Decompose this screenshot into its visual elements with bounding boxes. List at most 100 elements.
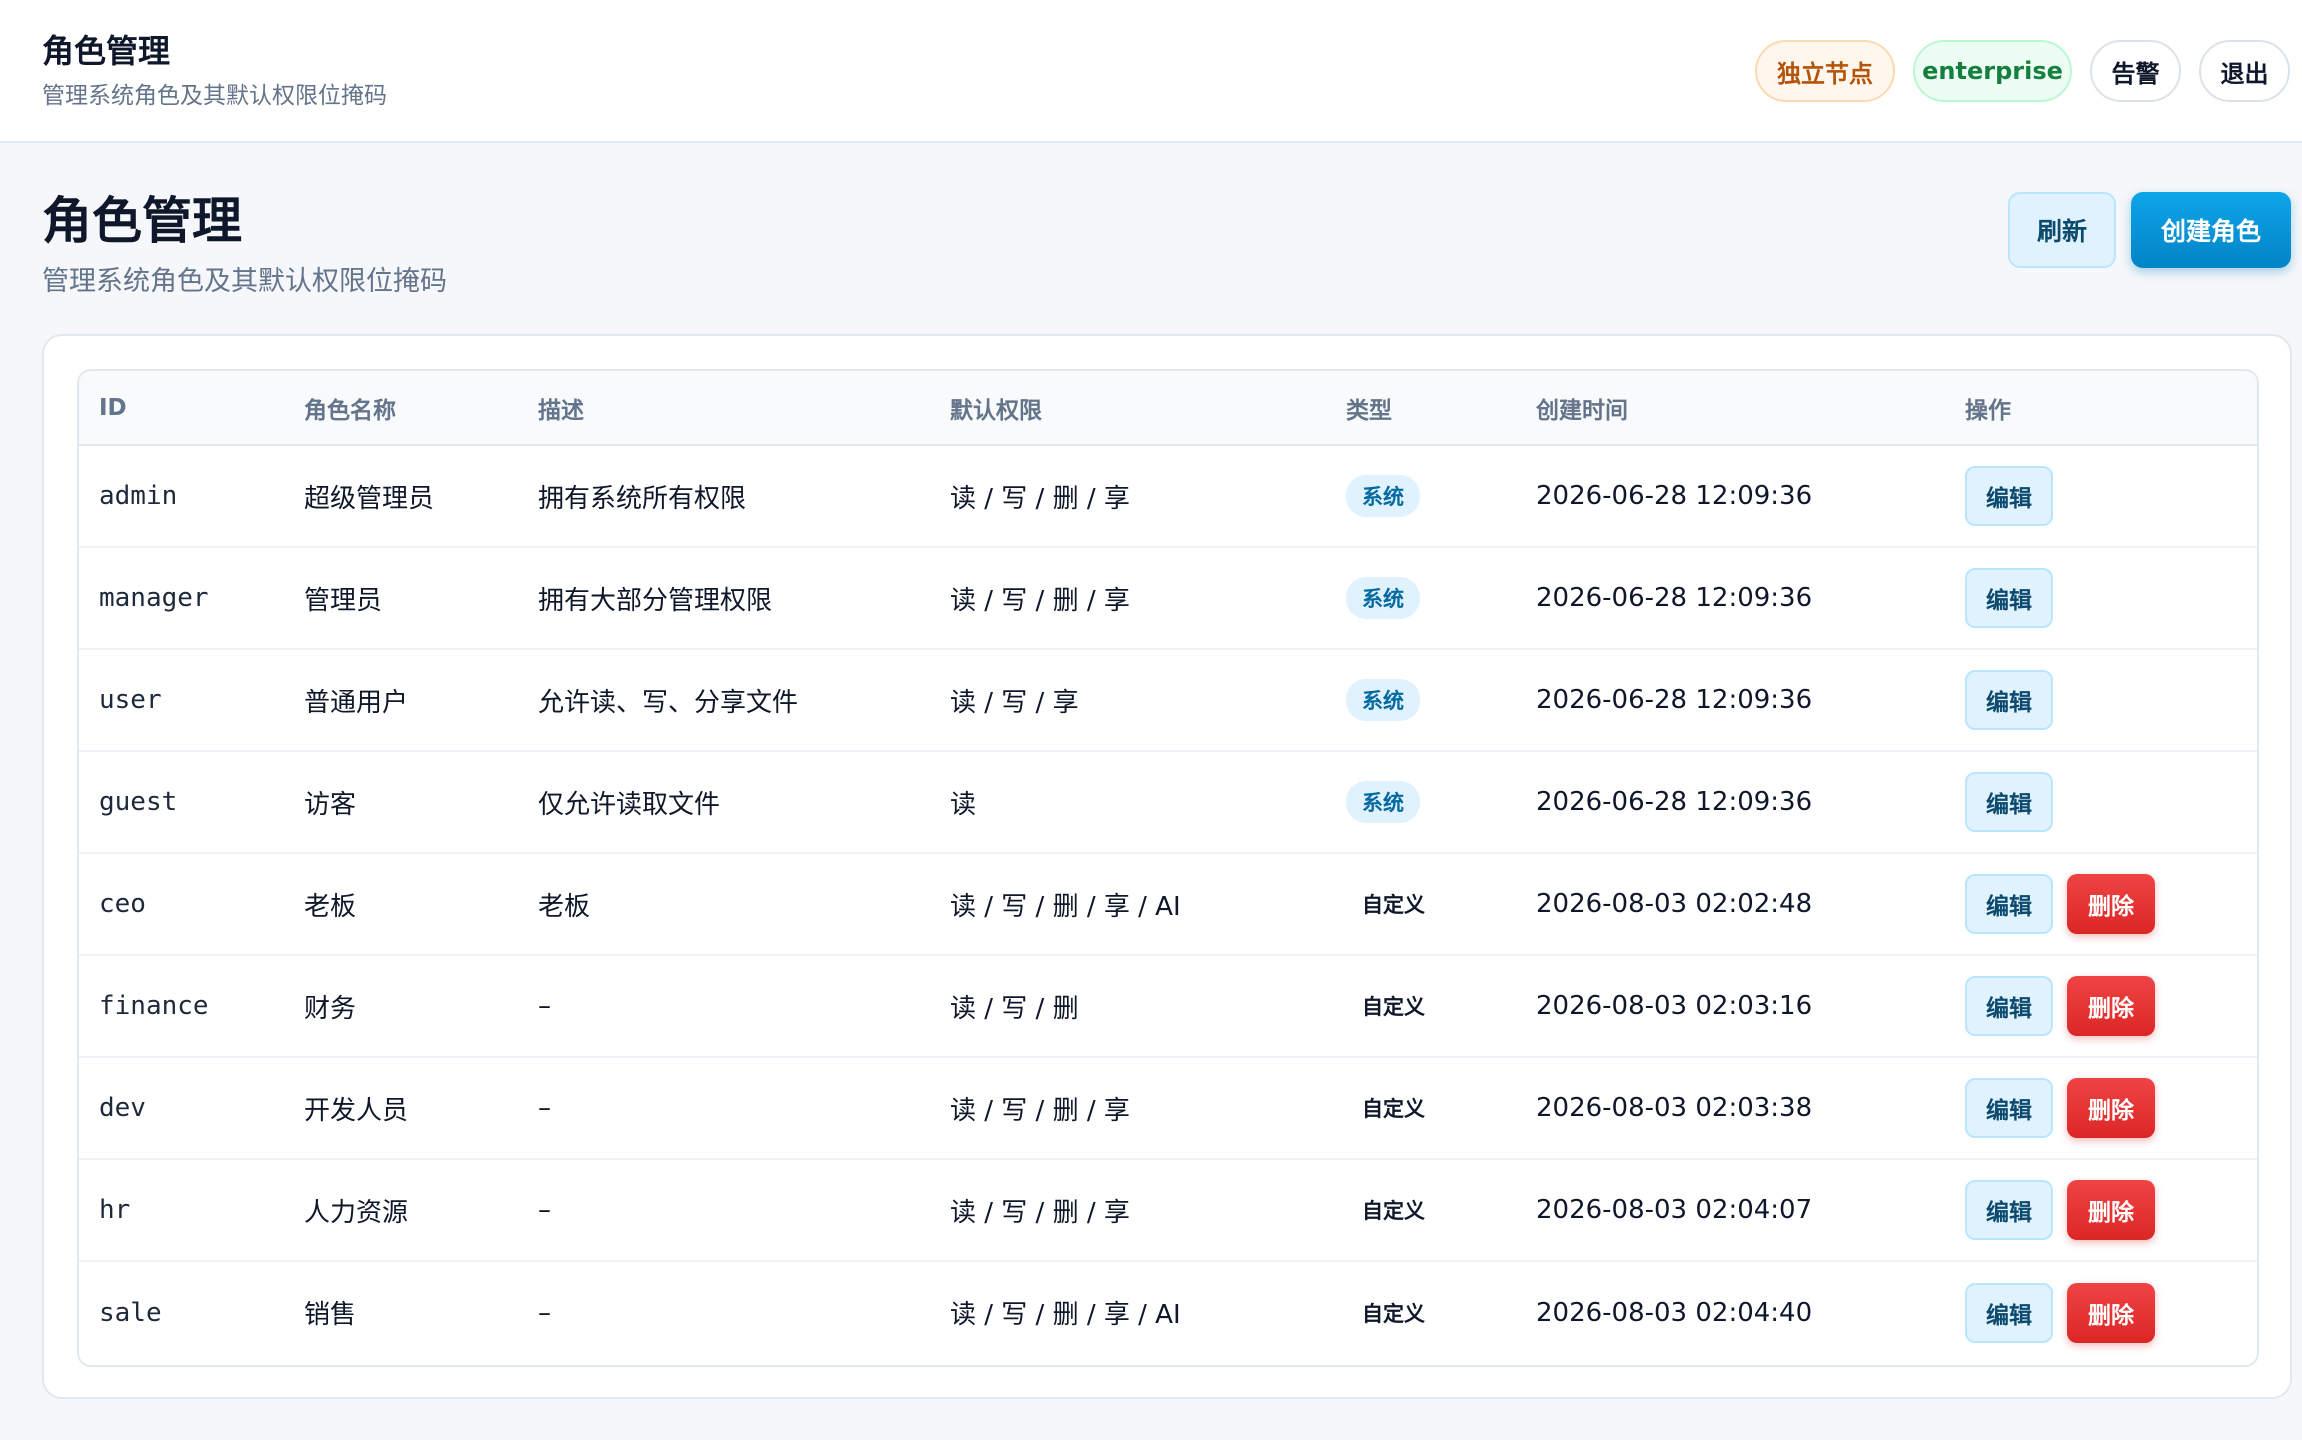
table-row: guest 访客 仅允许读取文件读系统 2026-06-28 12:09:36 编辑 — [79, 750, 2257, 853]
role-type-cell: 自定义 — [1326, 1056, 1516, 1159]
action-group: 编辑 删除 — [1965, 1078, 2257, 1138]
table-row: finance 财务 – 读 / 写 / 删 自定义 2026-08-03 02:03:1… — [79, 954, 2257, 1057]
action-group: 编辑 — [1965, 772, 2257, 832]
edit-button[interactable]: 编辑 — [1965, 466, 2053, 526]
alerts-button[interactable]: 告警 — [2090, 40, 2181, 102]
edit-button[interactable]: 编辑 — [1965, 1180, 2053, 1240]
edit-button[interactable]: 编辑 — [1965, 772, 2053, 832]
delete-button[interactable]: 删除 — [2067, 976, 2155, 1036]
role-permissions: 读 / 写 / 删 / 享 — [930, 1158, 1326, 1261]
role-created-time: 2026-08-03 02:03:16 — [1516, 954, 1945, 1057]
col-name-header: 角色名称 — [284, 371, 518, 446]
role-name: 老板 — [284, 852, 518, 955]
role-description: 拥有系统所有权限 — [538, 483, 747, 514]
role-name: 访客 — [284, 750, 518, 853]
role-type-cell: 自定义 — [1326, 1260, 1516, 1363]
table-row: ceo 老板 老板读 / 写 / 删 / 享 / AI 自定义 2026-08-03 0… — [79, 852, 2257, 955]
edit-button[interactable]: 编辑 — [1965, 1078, 2053, 1138]
role-type-badge: 自定义 — [1362, 893, 1425, 917]
table-row: user 普通用户 允许读、写、分享文件读 / 写 / 享系统 2026-06-28 … — [79, 648, 2257, 751]
role-actions: 编辑 — [1945, 750, 2257, 853]
role-created-time: 2026-06-28 12:09:36 — [1516, 648, 1945, 751]
roles-card: ID 角色名称 描述 默认权限 类型 创建时间 操作 admin 超级管理员 拥有系统所有权限读… — [42, 334, 2292, 1399]
role-actions: 编辑 删除 — [1945, 1158, 2257, 1261]
role-name: 销售 — [284, 1260, 518, 1363]
role-type-cell: 自定义 — [1326, 1158, 1516, 1261]
table-row: manager 管理员 拥有大部分管理权限读 / 写 / 删 / 享系统 2026-0… — [79, 546, 2257, 649]
refresh-button[interactable]: 刷新 — [2008, 192, 2116, 268]
role-name: 管理员 — [284, 546, 518, 649]
role-name: 财务 — [284, 954, 518, 1057]
role-description: 老板 — [518, 852, 930, 955]
col-desc-header: 描述 — [518, 371, 930, 446]
roles-table: ID 角色名称 描述 默认权限 类型 创建时间 操作 admin 超级管理员 拥有系统所有权限读… — [79, 371, 2257, 1363]
app-title: 角色管理 — [42, 32, 171, 70]
role-description: 拥有大部分管理权限 — [518, 546, 930, 649]
edition-badge: enterprise — [1913, 40, 2072, 102]
role-permissions: 读 / 写 / 删 — [930, 954, 1326, 1057]
role-description: 允许读、写、分享文件 — [518, 648, 930, 751]
role-permissions: 读 / 写 / 删 / 享 — [930, 546, 1326, 649]
role-permissions: 读 / 写 / 删 / 享 / AI — [930, 1260, 1326, 1363]
delete-button[interactable]: 删除 — [2067, 874, 2155, 934]
role-permissions: 读 / 写 / 享 — [930, 648, 1326, 751]
col-created-header: 创建时间 — [1516, 371, 1945, 446]
role-name: 开发人员 — [284, 1056, 518, 1159]
role-permissions: 读 / 写 / 删 / 享 — [950, 483, 1130, 514]
table-row: sale 销售 – 读 / 写 / 删 / 享 / AI 自定义 2026-08-03 0… — [79, 1260, 2257, 1363]
table-row: dev 开发人员 – 读 / 写 / 删 / 享 自定义 2026-08-03 02:03… — [79, 1056, 2257, 1159]
role-type-cell: 系统 — [1326, 648, 1516, 751]
edit-button[interactable]: 编辑 — [1965, 874, 2053, 934]
delete-button[interactable]: 删除 — [2067, 1180, 2155, 1240]
edit-button[interactable]: 编辑 — [1965, 670, 2053, 730]
role-permissions: 读 / 写 / 删 / 享 — [930, 1056, 1326, 1159]
logout-button[interactable]: 退出 — [2199, 40, 2290, 102]
role-type-badge: 自定义 — [1362, 995, 1425, 1019]
role-description: – — [518, 1260, 930, 1363]
action-group: 编辑 删除 — [1965, 1282, 2257, 1343]
role-type-badge: 自定义 — [1362, 1199, 1425, 1223]
role-created-time: 2026-08-03 02:04:40 — [1516, 1260, 1945, 1363]
role-created-time: 2026-06-28 12:09:36 — [1536, 481, 1813, 511]
edit-button[interactable]: 编辑 — [1965, 568, 2053, 628]
col-id-header: ID — [79, 371, 284, 446]
role-id: finance — [79, 954, 284, 1057]
role-type-badge: 系统 — [1346, 781, 1420, 823]
role-actions: 编辑 — [1945, 648, 2257, 751]
role-actions: 编辑 删除 — [1945, 1260, 2257, 1363]
col-perms-header: 默认权限 — [930, 371, 1326, 446]
edit-button[interactable]: 编辑 — [1965, 1282, 2053, 1343]
delete-button[interactable]: 删除 — [2067, 1078, 2155, 1138]
role-type-cell: 自定义 — [1326, 954, 1516, 1057]
role-id: manager — [79, 546, 284, 649]
node-mode-badge: 独立节点 — [1755, 40, 1895, 102]
role-actions: 编辑 删除 — [1945, 954, 2257, 1057]
delete-button[interactable]: 删除 — [2067, 1282, 2155, 1343]
action-group: 编辑 删除 — [1965, 1180, 2257, 1240]
roles-table-wrapper: ID 角色名称 描述 默认权限 类型 创建时间 操作 admin 超级管理员 拥有系统所有权限读… — [77, 369, 2259, 1367]
role-type-badge: 系统 — [1346, 577, 1420, 619]
role-name: 人力资源 — [284, 1158, 518, 1261]
action-group: 编辑 — [1965, 568, 2257, 628]
role-id: user — [79, 648, 284, 751]
edit-button[interactable]: 编辑 — [1965, 976, 2053, 1036]
action-group: 编辑 删除 — [1965, 976, 2257, 1036]
action-group: 编辑 — [1965, 670, 2257, 730]
role-type-badge: 自定义 — [1362, 1301, 1425, 1326]
role-created-time: 2026-06-28 12:09:36 — [1516, 750, 1945, 853]
role-created-time: 2026-08-03 02:03:38 — [1516, 1056, 1945, 1159]
page-subtitle: 管理系统角色及其默认权限位掩码 — [42, 266, 447, 297]
role-type-badge: 自定义 — [1362, 1097, 1425, 1121]
role-actions: 编辑 — [1945, 546, 2257, 649]
role-name: 超级管理员 — [304, 483, 435, 514]
role-actions: 编辑 — [1945, 445, 2257, 547]
role-actions: 编辑 删除 — [1945, 1056, 2257, 1159]
role-type-badge: 系统 — [1346, 475, 1420, 517]
action-group: 编辑 删除 — [1965, 874, 2257, 934]
top-header: 角色管理 管理系统角色及其默认权限位掩码 独立节点 enterprise 告警 … — [0, 0, 2302, 143]
role-created-time: 2026-08-03 02:04:07 — [1516, 1158, 1945, 1261]
role-type-cell: 自定义 — [1326, 852, 1516, 955]
role-permissions: 读 / 写 / 删 / 享 / AI — [930, 852, 1326, 955]
role-description: 仅允许读取文件 — [518, 750, 930, 853]
create-role-button[interactable]: 创建角色 — [2131, 192, 2291, 268]
